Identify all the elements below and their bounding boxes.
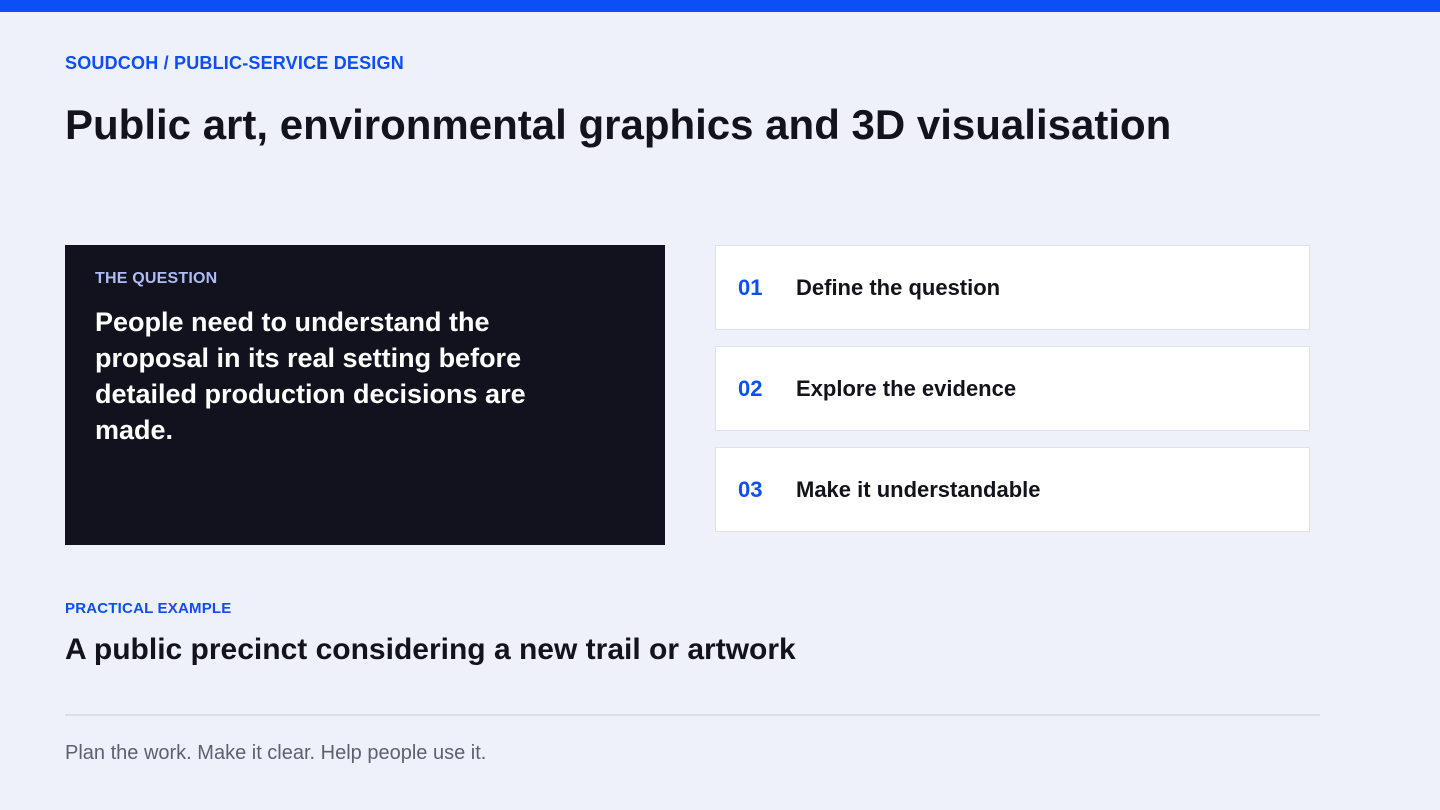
section-eyebrow: SOUDCOH / PUBLIC-SERVICE DESIGN <box>65 53 404 73</box>
step-number: 02 <box>738 375 763 401</box>
example-eyebrow: PRACTICAL EXAMPLE <box>65 600 232 617</box>
question-text: People need to understand the proposal i… <box>95 307 526 445</box>
step-number: 03 <box>738 476 763 502</box>
step-item: 03 Make it understandable <box>715 447 1310 532</box>
step-item: 01 Define the question <box>715 245 1310 330</box>
step-item: 02 Explore the evidence <box>715 346 1310 431</box>
question-card: THE QUESTION People need to understand t… <box>65 245 665 545</box>
example-title: A public precinct considering a new trai… <box>65 633 796 666</box>
footer-tagline: Plan the work. Make it clear. Help peopl… <box>65 742 487 764</box>
step-label: Make it understandable <box>796 476 1041 502</box>
question-label: THE QUESTION <box>95 270 218 287</box>
footer-divider <box>65 714 1320 716</box>
step-number: 01 <box>738 274 763 300</box>
page-title: Public art, environmental graphics and 3… <box>65 101 1172 148</box>
steps-list: 01 Define the question 02 Explore the ev… <box>715 245 1310 548</box>
top-accent-bar <box>0 0 1440 12</box>
step-label: Explore the evidence <box>796 375 1017 401</box>
step-label: Define the question <box>796 274 1001 300</box>
